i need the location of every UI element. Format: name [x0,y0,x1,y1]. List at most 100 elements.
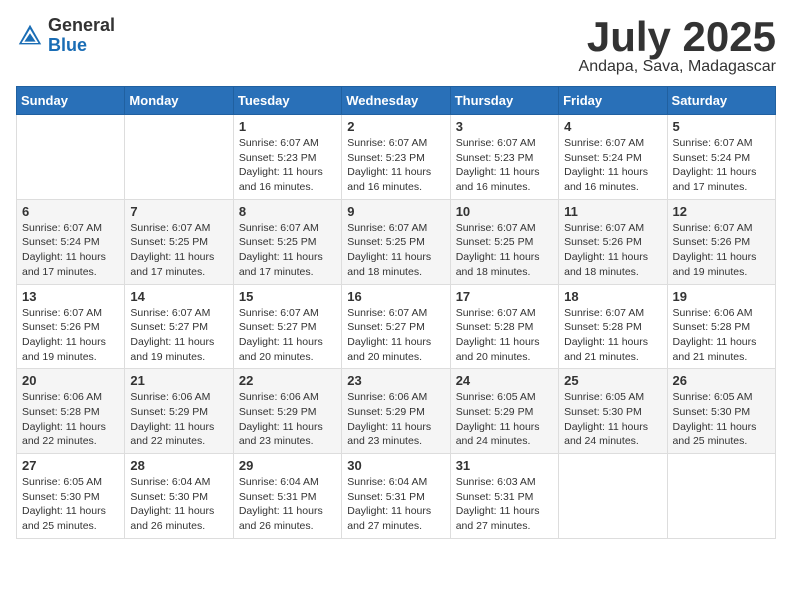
sunrise-text: Sunrise: 6:07 AM [22,221,119,236]
day-cell-15: 15Sunrise: 6:07 AMSunset: 5:27 PMDayligh… [233,284,341,369]
sunrise-text: Sunrise: 6:07 AM [456,221,553,236]
logo-icon [16,22,44,50]
sunset-text: Sunset: 5:30 PM [130,490,227,505]
day-cell-14: 14 Sunrise: 6:07 AMSunset: 5:27 PMDayligh… [125,284,233,369]
daylight-text: Daylight: 11 hours and 20 minutes. [347,335,444,364]
page-header: General Blue July 2025 Andapa, Sava, Mad… [16,16,776,76]
daylight-text: Daylight: 11 hours and 16 minutes. [239,165,336,194]
daylight-text: Daylight: 11 hours and 17 minutes. [239,250,336,279]
day-number: 31 [456,458,553,473]
daylight-text: Daylight: 11 hours and 18 minutes. [564,250,661,279]
sunset-text: Sunset: 5:27 PM [130,320,227,335]
sunrise-text: Sunrise: 6:07 AM [22,306,119,321]
day-number: 24 [456,373,553,388]
weekday-header-sunday: Sunday [17,87,125,115]
sunrise-text: Sunrise: 6:07 AM [564,221,661,236]
day-number: 2 [347,119,444,134]
day-detail: Sunrise: 6:04 AMSunset: 5:31 PMDaylight:… [239,475,336,534]
sunset-text: Sunset: 5:27 PM [347,320,444,335]
sunset-text: Sunset: 5:31 PM [239,490,336,505]
week-row-5: 27Sunrise: 6:05 AMSunset: 5:30 PMDayligh… [17,454,776,539]
day-detail: Sunrise: 6:07 AMSunset: 5:28 PMDaylight:… [456,306,553,365]
day-detail: Sunrise: 6:07 AMSunset: 5:27 PMDaylight:… [347,306,444,365]
day-detail: Sunrise: 6:07 AMSunset: 5:27 PMDaylight:… [130,306,227,365]
day-cell-27: 27Sunrise: 6:05 AMSunset: 5:30 PMDayligh… [17,454,125,539]
sunset-text: Sunset: 5:30 PM [673,405,770,420]
empty-cell [667,454,775,539]
day-detail: Sunrise: 6:05 AMSunset: 5:30 PMDaylight:… [673,390,770,449]
sunset-text: Sunset: 5:24 PM [22,235,119,250]
sunset-text: Sunset: 5:25 PM [130,235,227,250]
daylight-text: Daylight: 11 hours and 27 minutes. [347,504,444,533]
sunrise-text: Sunrise: 6:07 AM [564,136,661,151]
sunrise-text: Sunrise: 6:06 AM [239,390,336,405]
day-cell-7: 7Sunrise: 6:07 AMSunset: 5:25 PMDaylight… [125,199,233,284]
logo-blue: Blue [48,36,115,56]
sunrise-text: Sunrise: 6:07 AM [456,306,553,321]
day-cell-17: 17Sunrise: 6:07 AMSunset: 5:28 PMDayligh… [450,284,558,369]
day-detail: Sunrise: 6:07 AMSunset: 5:24 PMDaylight:… [22,221,119,280]
day-cell-28: 28Sunrise: 6:04 AMSunset: 5:30 PMDayligh… [125,454,233,539]
day-number: 6 [22,204,119,219]
daylight-text: Daylight: 11 hours and 26 minutes. [239,504,336,533]
sunset-text: Sunset: 5:28 PM [456,320,553,335]
weekday-header-thursday: Thursday [450,87,558,115]
sunset-text: Sunset: 5:26 PM [673,235,770,250]
day-number: 7 [130,204,227,219]
day-detail: Sunrise: 6:06 AMSunset: 5:29 PMDaylight:… [239,390,336,449]
day-detail: Sunrise: 6:03 AMSunset: 5:31 PMDaylight:… [456,475,553,534]
day-number: 10 [456,204,553,219]
sunset-text: Sunset: 5:29 PM [347,405,444,420]
day-cell-18: 18Sunrise: 6:07 AMSunset: 5:28 PMDayligh… [559,284,667,369]
sunset-text: Sunset: 5:30 PM [22,490,119,505]
daylight-text: Daylight: 11 hours and 16 minutes. [564,165,661,194]
day-detail: Sunrise: 6:07 AMSunset: 5:26 PMDaylight:… [673,221,770,280]
sunset-text: Sunset: 5:25 PM [239,235,336,250]
day-number: 14 [130,289,227,304]
day-cell-12: 12Sunrise: 6:07 AMSunset: 5:26 PMDayligh… [667,199,775,284]
sunset-text: Sunset: 5:29 PM [239,405,336,420]
month-title: July 2025 [579,16,776,58]
day-detail: Sunrise: 6:06 AMSunset: 5:28 PMDaylight:… [673,306,770,365]
sunset-text: Sunset: 5:25 PM [347,235,444,250]
sunrise-text: Sunrise: 6:07 AM [456,136,553,151]
day-number: 20 [22,373,119,388]
empty-cell [125,115,233,200]
sunset-text: Sunset: 5:26 PM [22,320,119,335]
day-number: 23 [347,373,444,388]
sunrise-text: Sunrise: 6:05 AM [564,390,661,405]
sunrise-text: Sunrise: 6:07 AM [239,306,336,321]
day-cell-19: 19Sunrise: 6:06 AMSunset: 5:28 PMDayligh… [667,284,775,369]
day-detail: Sunrise: 6:07 AMSunset: 5:28 PMDaylight:… [564,306,661,365]
sunset-text: Sunset: 5:31 PM [456,490,553,505]
day-number: 26 [673,373,770,388]
sunrise-text: Sunrise: 6:07 AM [239,221,336,236]
calendar: SundayMondayTuesdayWednesdayThursdayFrid… [16,86,776,539]
day-number: 11 [564,204,661,219]
sunrise-text: Sunrise: 6:06 AM [130,390,227,405]
day-number: 1 [239,119,336,134]
day-cell-3: 3Sunrise: 6:07 AMSunset: 5:23 PMDaylight… [450,115,558,200]
daylight-text: Daylight: 11 hours and 20 minutes. [456,335,553,364]
sunset-text: Sunset: 5:27 PM [239,320,336,335]
day-number: 15 [239,289,336,304]
sunrise-text: Sunrise: 6:04 AM [347,475,444,490]
weekday-header-row: SundayMondayTuesdayWednesdayThursdayFrid… [17,87,776,115]
day-cell-31: 31 Sunrise: 6:03 AMSunset: 5:31 PMDayligh… [450,454,558,539]
empty-cell [17,115,125,200]
day-cell-8: 8Sunrise: 6:07 AMSunset: 5:25 PMDaylight… [233,199,341,284]
sunrise-text: Sunrise: 6:07 AM [130,306,227,321]
sunset-text: Sunset: 5:23 PM [239,151,336,166]
sunset-text: Sunset: 5:28 PM [22,405,119,420]
sunrise-text: Sunrise: 6:05 AM [673,390,770,405]
daylight-text: Daylight: 11 hours and 24 minutes. [456,420,553,449]
sunset-text: Sunset: 5:28 PM [673,320,770,335]
day-cell-24: 24Sunrise: 6:05 AMSunset: 5:29 PMDayligh… [450,369,558,454]
week-row-4: 20Sunrise: 6:06 AMSunset: 5:28 PMDayligh… [17,369,776,454]
day-detail: Sunrise: 6:07 AMSunset: 5:23 PMDaylight:… [239,136,336,195]
day-number: 28 [130,458,227,473]
day-detail: Sunrise: 6:06 AMSunset: 5:29 PMDaylight:… [130,390,227,449]
day-cell-20: 20Sunrise: 6:06 AMSunset: 5:28 PMDayligh… [17,369,125,454]
weekday-header-tuesday: Tuesday [233,87,341,115]
sunrise-text: Sunrise: 6:06 AM [22,390,119,405]
